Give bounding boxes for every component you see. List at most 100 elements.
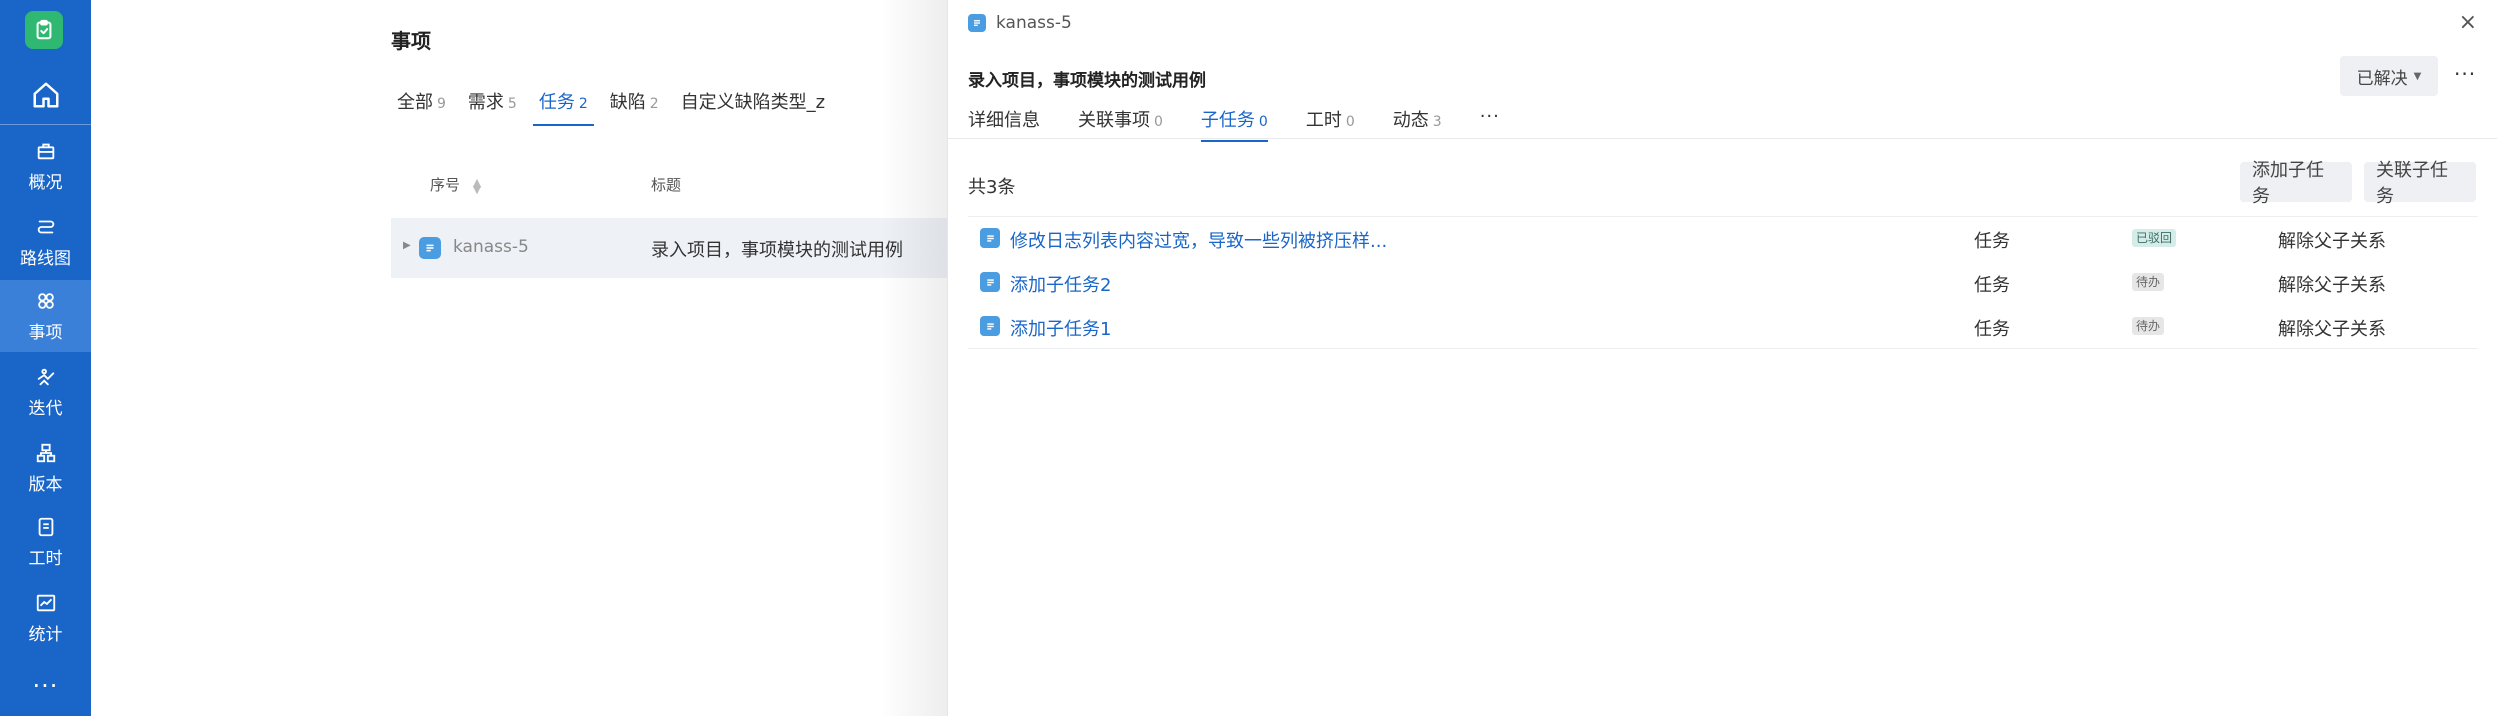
column-header-label: 序号 xyxy=(430,176,461,194)
table-row[interactable]: ▶ kanass-5 录入项目，事项模块的测试用例 xyxy=(391,218,951,278)
table-row[interactable]: 添加子任务1 任务 待办 解除父子关系 xyxy=(968,304,2478,348)
subtask-type: 任务 xyxy=(1974,231,2010,252)
issue-type-tabs: 全部 9 需求 5 任务 2 缺陷 2 自定义缺陷类型_z xyxy=(397,88,847,126)
tab-activity[interactable]: 动态 3 xyxy=(1393,106,1442,142)
column-header-index[interactable]: 序号 ▲ ▼ xyxy=(430,174,481,195)
task-type-icon xyxy=(980,272,1000,292)
issue-detail-drawer: kanass-5 × 录入项目，事项模块的测试用例 已解决 ▼ ··· 详细信息… xyxy=(947,0,2497,716)
sidebar-item-label: 版本 xyxy=(28,474,63,495)
status-badge: 已驳回 xyxy=(2132,229,2177,247)
subtask-title-link[interactable]: 添加子任务2 xyxy=(1010,271,1111,297)
sidebar-item-label: 事项 xyxy=(28,322,63,343)
tab-details[interactable]: 详细信息 xyxy=(968,106,1040,142)
tab-label: 需求 xyxy=(467,92,504,113)
unlink-parent-button[interactable]: 解除父子关系 xyxy=(2278,315,2386,341)
tab-label: 缺陷 xyxy=(609,92,646,113)
tab-count: 0 xyxy=(1345,114,1355,130)
tabs-divider xyxy=(948,138,2497,139)
route-icon xyxy=(37,220,54,233)
tab-worktime[interactable]: 工时 0 xyxy=(1306,106,1355,142)
tab-label: 全部 xyxy=(397,92,433,113)
drawer-shadow xyxy=(880,0,948,716)
status-value: 已解决 xyxy=(2356,68,2408,89)
app-logo[interactable] xyxy=(25,11,63,49)
column-header-title: 标题 xyxy=(651,176,682,194)
sidebar-item-statistics[interactable]: 统计 xyxy=(0,582,91,654)
tab-count: 0 xyxy=(1154,114,1163,130)
subtask-type: 任务 xyxy=(1974,319,2010,340)
tab-custom-defect-type[interactable]: 自定义缺陷类型_z xyxy=(681,88,825,126)
status-dropdown[interactable]: 已解决 ▼ xyxy=(2340,56,2438,96)
chart-icon xyxy=(36,594,55,611)
issue-id: kanass-5 xyxy=(453,237,529,257)
timesheet-icon xyxy=(38,517,53,536)
table-row[interactable]: 添加子任务2 任务 待办 解除父子关系 xyxy=(968,260,2478,304)
home-icon xyxy=(33,82,58,108)
sidebar-item-label: 概况 xyxy=(28,172,63,193)
issue-title[interactable]: 录入项目，事项模块的测试用例 xyxy=(651,236,903,262)
tabs-more-button[interactable]: ··· xyxy=(1480,106,1500,142)
sidebar: 概况 路线图 事项 迭代 版本 工时 统计 ··· xyxy=(0,0,91,716)
clipboard-check-icon xyxy=(36,19,52,40)
sidebar-more-button[interactable]: ··· xyxy=(0,668,91,704)
sort-icon[interactable]: ▲ ▼ xyxy=(473,177,481,195)
tab-count: 2 xyxy=(649,96,659,112)
tab-label: 工时 xyxy=(1305,110,1342,131)
sidebar-item-issues[interactable]: 事项 xyxy=(0,280,91,352)
sidebar-item-label: 路线图 xyxy=(20,248,71,269)
task-type-icon xyxy=(968,14,986,32)
status-badge: 待办 xyxy=(2132,317,2165,335)
unlink-parent-button[interactable]: 解除父子关系 xyxy=(2278,271,2386,297)
tab-label: 关联事项 xyxy=(1078,110,1150,131)
sidebar-item-timesheet[interactable]: 工时 xyxy=(0,506,91,578)
tab-count: 9 xyxy=(437,96,446,112)
tab-subtasks[interactable]: 子任务 0 xyxy=(1200,106,1268,142)
close-icon[interactable]: × xyxy=(2459,10,2477,35)
subtask-title-link[interactable]: 添加子任务1 xyxy=(1010,315,1111,341)
status-badge: 待办 xyxy=(2132,273,2165,291)
add-subtask-button[interactable]: 添加子任务 xyxy=(2240,160,2352,207)
tab-related-issues[interactable]: 关联事项 0 xyxy=(1078,106,1163,142)
tab-label: 动态 xyxy=(1392,110,1429,131)
tab-requirement[interactable]: 需求 5 xyxy=(468,88,517,126)
sidebar-item-label: 迭代 xyxy=(28,398,63,419)
subtask-title-link[interactable]: 修改日志列表内容过宽，导致一些列被挤压样... xyxy=(1010,227,1387,253)
drawer-tabs: 详细信息 关联事项 0 子任务 0 工时 0 动态 3 ··· xyxy=(968,106,1500,142)
home-button[interactable] xyxy=(0,66,91,124)
sprint-icon xyxy=(37,368,54,385)
sidebar-item-overview[interactable]: 概况 xyxy=(0,130,91,202)
tab-count: 2 xyxy=(578,96,588,112)
page-title: 事项 xyxy=(391,29,431,53)
sidebar-divider xyxy=(0,124,91,125)
task-type-icon xyxy=(419,237,441,259)
sidebar-item-label: 工时 xyxy=(28,548,63,569)
link-subtask-button[interactable]: 关联子任务 xyxy=(2364,160,2476,207)
chevron-down-icon: ▼ xyxy=(2413,70,2422,82)
expand-arrow-icon[interactable]: ▶ xyxy=(403,240,411,251)
grid-icon xyxy=(37,292,54,309)
sidebar-item-version[interactable]: 版本 xyxy=(0,432,91,504)
tab-count: 5 xyxy=(507,96,517,112)
tab-defect[interactable]: 缺陷 2 xyxy=(610,88,659,126)
drawer-breadcrumb: kanass-5 xyxy=(968,13,1072,33)
task-type-icon xyxy=(980,316,1000,336)
version-icon xyxy=(36,443,55,462)
drawer-issue-id: kanass-5 xyxy=(996,13,1072,33)
tab-label: 详细信息 xyxy=(968,110,1040,131)
table-divider xyxy=(968,348,2478,349)
task-type-icon xyxy=(980,228,1000,248)
more-actions-button[interactable]: ··· xyxy=(2454,62,2476,86)
tab-label: 任务 xyxy=(538,92,575,113)
subtask-type: 任务 xyxy=(1974,275,2010,296)
tab-count: 0 xyxy=(1258,114,1268,130)
tab-task[interactable]: 任务 2 xyxy=(532,88,594,126)
unlink-parent-button[interactable]: 解除父子关系 xyxy=(2278,227,2386,253)
sidebar-item-roadmap[interactable]: 路线图 xyxy=(0,206,91,278)
table-row[interactable]: 修改日志列表内容过宽，导致一些列被挤压样... 任务 已驳回 解除父子关系 xyxy=(968,216,2478,260)
tab-all[interactable]: 全部 9 xyxy=(397,88,446,126)
briefcase-icon xyxy=(37,143,54,159)
sidebar-item-sprint[interactable]: 迭代 xyxy=(0,356,91,428)
subtask-count: 共3条 xyxy=(968,177,1016,198)
sidebar-item-label: 统计 xyxy=(28,624,63,645)
tab-count: 3 xyxy=(1432,114,1442,130)
